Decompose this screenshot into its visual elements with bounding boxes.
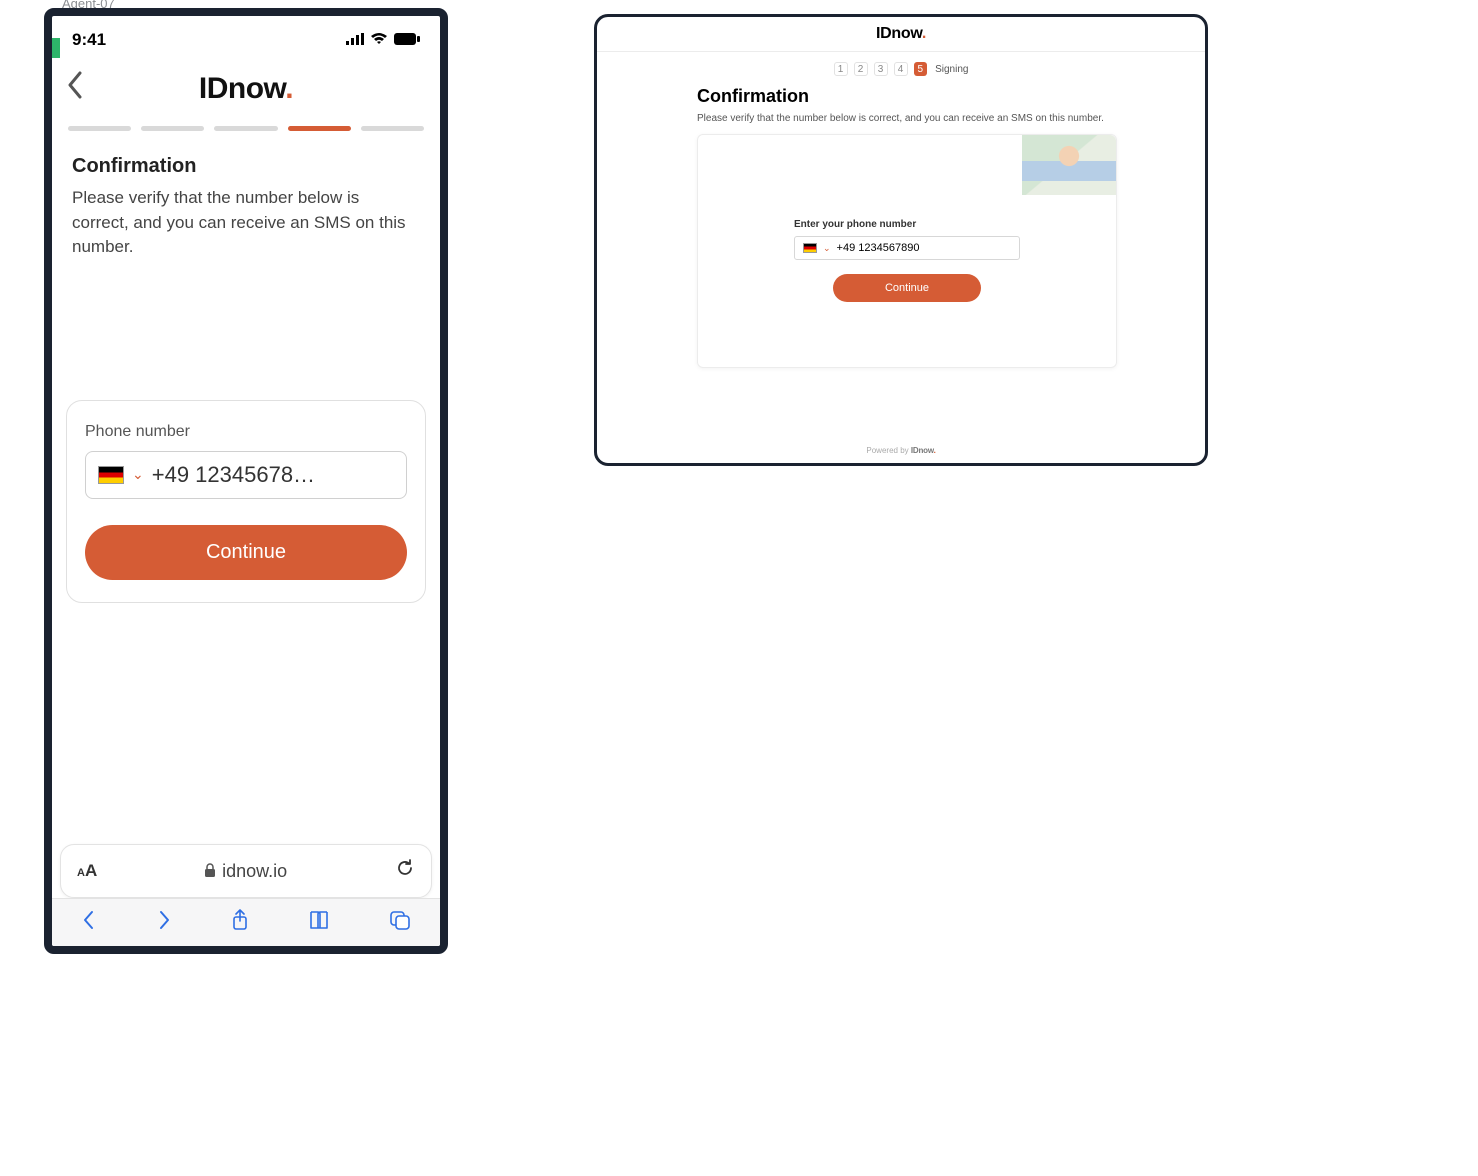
- agent-video-thumbnail: [1022, 135, 1116, 195]
- safari-address-bar: AA idnow.io: [60, 844, 432, 898]
- cellular-icon: [346, 30, 364, 50]
- phone-card: Phone number ⌄ +49 12345678… Continue: [66, 400, 426, 603]
- flag-de-icon: [803, 243, 817, 253]
- desktop-phone-label: Enter your phone number: [794, 219, 916, 230]
- powered-by: Powered by IDnow.: [597, 438, 1205, 463]
- progress-bar: [52, 116, 440, 147]
- nav-back-icon[interactable]: [81, 910, 97, 936]
- phone-field-label: Phone number: [85, 423, 407, 441]
- flag-de-icon: [98, 466, 124, 484]
- active-step-label: Signing: [935, 64, 968, 75]
- tabs-icon[interactable]: [389, 910, 411, 936]
- desktop-content: Confirmation Please verify that the numb…: [597, 76, 1205, 368]
- desktop-phone-input[interactable]: ⌄ +49 1234567890: [794, 236, 1020, 260]
- share-icon[interactable]: [230, 909, 250, 937]
- page-subtext: Please verify that the number below is c…: [72, 186, 420, 260]
- mobile-content: Confirmation Please verify that the numb…: [52, 147, 440, 260]
- brand-logo: IDnow.: [66, 72, 426, 106]
- desktop-page-title: Confirmation: [697, 86, 1105, 107]
- mobile-device-frame: 9:41 IDnow. Confirmation Please ve: [44, 8, 448, 954]
- bookmarks-icon[interactable]: [308, 910, 330, 936]
- safari-toolbar: [52, 898, 440, 946]
- desktop-phone-card: Enter your phone number ⌄ +49 1234567890…: [697, 134, 1117, 368]
- text-size-control[interactable]: AA: [77, 861, 96, 881]
- desktop-brand: IDnow.: [597, 17, 1205, 52]
- status-time: 9:41: [72, 30, 106, 50]
- lock-icon: [204, 861, 216, 882]
- step-2[interactable]: 2: [854, 62, 868, 76]
- phone-input-value: +49 12345678…: [152, 462, 394, 488]
- desktop-continue-button[interactable]: Continue: [833, 274, 981, 302]
- continue-button[interactable]: Continue: [85, 525, 407, 580]
- step-4[interactable]: 4: [894, 62, 908, 76]
- chevron-down-icon[interactable]: ⌄: [823, 243, 831, 254]
- reload-icon[interactable]: [395, 858, 415, 884]
- phone-input[interactable]: ⌄ +49 12345678…: [85, 451, 407, 499]
- desktop-page-subtext: Please verify that the number below is c…: [697, 113, 1105, 124]
- progress-step-5: [361, 126, 424, 131]
- progress-step-2: [141, 126, 204, 131]
- progress-step-1: [68, 126, 131, 131]
- mobile-header: IDnow.: [52, 56, 440, 116]
- stepper: 1 2 3 4 5 Signing: [597, 52, 1205, 76]
- step-5-active[interactable]: 5: [914, 62, 928, 76]
- desktop-window: IDnow. 1 2 3 4 5 Signing Confirmation Pl…: [594, 14, 1208, 466]
- step-3[interactable]: 3: [874, 62, 888, 76]
- nav-forward-icon[interactable]: [156, 910, 172, 936]
- progress-step-4: [288, 126, 351, 131]
- page-title: Confirmation: [72, 155, 420, 178]
- desktop-phone-value: +49 1234567890: [837, 242, 920, 254]
- wifi-icon: [370, 30, 388, 50]
- status-bar: 9:41: [52, 16, 440, 56]
- progress-step-3: [214, 126, 277, 131]
- url-display[interactable]: idnow.io: [106, 861, 385, 882]
- chevron-down-icon[interactable]: ⌄: [132, 466, 144, 483]
- mobile-green-accent: [50, 38, 60, 58]
- battery-icon: [394, 30, 420, 50]
- step-1[interactable]: 1: [834, 62, 848, 76]
